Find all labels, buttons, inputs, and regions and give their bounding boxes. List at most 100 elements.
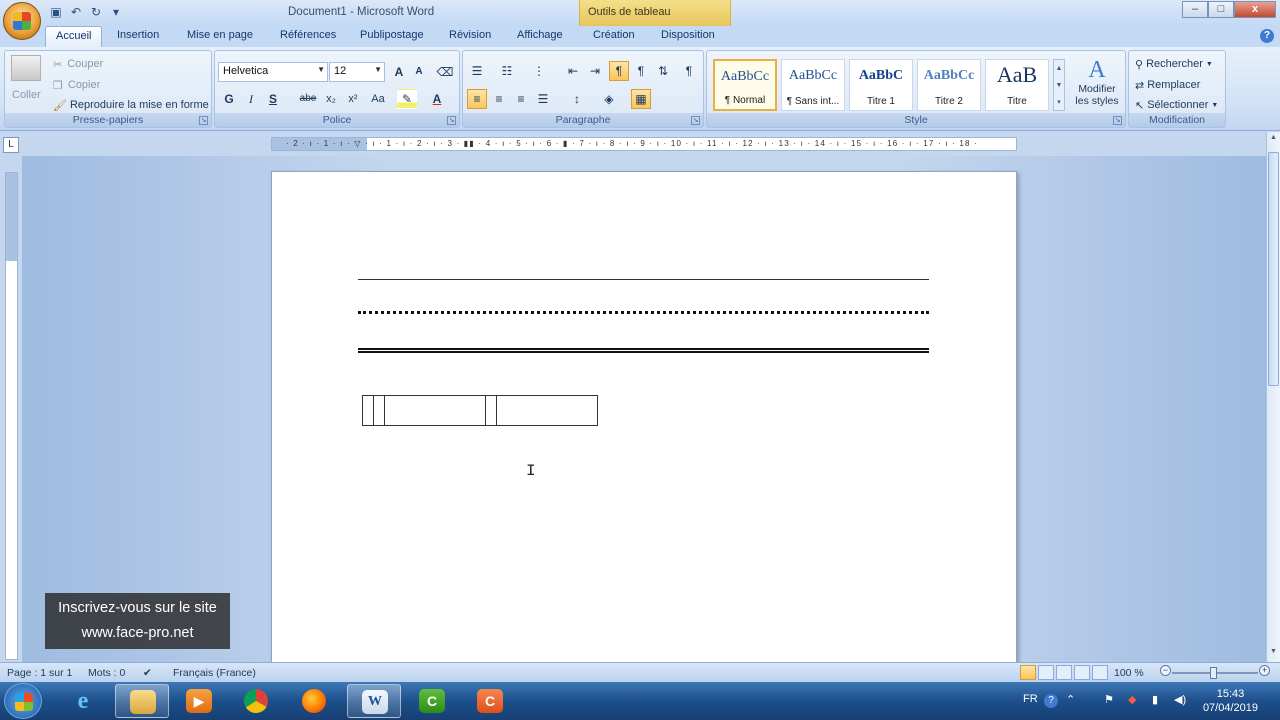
security-icon[interactable]: ◆ [1128,693,1136,706]
font-color-button[interactable]: A [427,89,447,109]
solid-horizontal-line[interactable] [358,279,929,280]
change-case-button[interactable]: Aa [365,89,391,109]
format-painter-button[interactable]: Reproduire la mise en forme [70,99,209,111]
style-titre[interactable]: AaB Titre [985,59,1049,111]
shrink-font-button[interactable]: A [409,62,429,82]
numbering-icon[interactable]: ☷ [497,61,517,81]
maximize-button[interactable]: □ [1208,1,1234,18]
zoom-slider-handle[interactable] [1210,667,1217,679]
vertical-scrollbar[interactable]: ▲ ▼ [1266,132,1280,662]
scroll-down-icon[interactable]: ▼ [1268,648,1279,660]
action-center-flag-icon[interactable]: ⚑ [1104,693,1114,706]
zoom-level[interactable]: 100 % [1114,667,1144,679]
align-left-icon[interactable]: ≡ [467,89,487,109]
double-horizontal-line[interactable] [358,348,929,353]
decrease-indent-icon[interactable]: ⇤ [563,61,583,81]
document-page[interactable]: I [271,171,1017,666]
clear-format-icon[interactable]: ⌫ [435,62,455,82]
horizontal-ruler[interactable]: · 2 · ı · 1 · ı · ▽ · ı · 1 · ı · 2 · ı … [271,137,1017,151]
paragraph-launcher-icon[interactable]: ↘ [691,116,700,125]
styles-launcher-icon[interactable]: ↘ [1113,116,1122,125]
help-icon[interactable]: ? [1260,29,1274,43]
increase-indent-icon[interactable]: ⇥ [585,61,605,81]
style-sans-interligne[interactable]: AaBbCc ¶ Sans int... [781,59,845,111]
show-marks-button[interactable]: ¶ [679,61,699,81]
zoom-out-icon[interactable]: − [1160,665,1171,676]
rtl-direction-icon[interactable]: ¶ [631,61,651,81]
dotted-horizontal-line[interactable] [358,311,929,314]
page-count[interactable]: Page : 1 sur 1 [7,667,72,679]
table-column-border[interactable] [373,396,374,425]
taskbar-camtasia-studio[interactable]: C [463,684,517,718]
tab-creation[interactable]: Création [593,29,635,41]
borders-icon[interactable]: ▦ [631,89,651,109]
italic-button[interactable]: I [241,89,261,109]
style-titre-2[interactable]: AaBbCc Titre 2 [917,59,981,111]
draft-view-icon[interactable] [1092,665,1108,680]
taskbar-firefox[interactable] [288,684,342,718]
strikethrough-button[interactable]: abe [295,89,321,109]
network-icon[interactable]: ▮ [1152,693,1158,706]
subscript-button[interactable]: x₂ [321,89,341,109]
language-indicator[interactable]: Français (France) [173,667,256,679]
bold-button[interactable]: G [219,89,239,109]
modify-styles-button[interactable]: A Modifier les styles [1071,57,1123,107]
styles-gallery-scroll[interactable]: ▲ ▼ ▾ [1053,59,1065,111]
close-button[interactable]: x [1234,1,1276,18]
start-button[interactable] [4,683,42,719]
font-launcher-icon[interactable]: ↘ [447,116,456,125]
font-size-combo[interactable]: 12 ▼ [329,62,385,82]
undo-icon[interactable]: ↶ [68,4,84,20]
justify-icon[interactable]: ☰ [533,89,553,109]
tab-selector[interactable]: L [3,137,19,153]
style-normal[interactable]: AaBbCc ¶ Normal [713,59,777,111]
ltr-direction-icon[interactable]: ¶ [609,61,629,81]
align-center-icon[interactable]: ≡ [489,89,509,109]
vertical-ruler[interactable] [5,172,18,660]
table-column-border[interactable] [384,396,385,425]
office-button[interactable] [3,2,41,40]
save-icon[interactable]: ▣ [48,4,64,20]
bullets-icon[interactable]: ☰ [467,61,487,81]
input-language[interactable]: FR [1023,693,1038,705]
redo-icon[interactable]: ↻ [88,4,104,20]
grow-font-button[interactable]: A [389,62,409,82]
scroll-up-icon[interactable]: ▲ [1268,134,1279,146]
clock[interactable]: 15:43 07/04/2019 [1203,687,1258,715]
scrollbar-thumb[interactable] [1268,152,1279,386]
help-tray-icon[interactable]: ? [1044,694,1058,708]
web-layout-icon[interactable] [1056,665,1072,680]
taskbar-chrome[interactable] [230,684,284,718]
line-spacing-icon[interactable]: ↕ [567,89,587,109]
zoom-in-icon[interactable]: + [1259,665,1270,676]
full-screen-reading-icon[interactable] [1038,665,1054,680]
minimize-button[interactable]: – [1182,1,1208,18]
tab-disposition[interactable]: Disposition [661,29,715,41]
clipboard-launcher-icon[interactable]: ↘ [199,116,208,125]
align-right-icon[interactable]: ≡ [511,89,531,109]
superscript-button[interactable]: x² [343,89,363,109]
print-layout-icon[interactable] [1020,665,1036,680]
taskbar-explorer[interactable] [115,684,169,718]
shading-icon[interactable]: ◈ [599,89,619,109]
cut-button[interactable]: Couper [67,58,103,70]
table[interactable] [362,395,598,426]
tab-affichage[interactable]: Affichage [517,29,563,41]
tray-overflow-icon[interactable]: ⌃ [1066,693,1075,706]
paste-button[interactable]: Coller [12,85,41,105]
multilevel-list-icon[interactable]: ⋮ [529,61,549,81]
taskbar-word[interactable]: W [347,684,401,718]
tab-accueil[interactable]: Accueil [45,26,103,48]
copy-button[interactable]: Copier [68,79,100,91]
table-column-border[interactable] [496,396,497,425]
underline-button[interactable]: S [263,89,283,109]
sort-icon[interactable]: ⇅ [653,61,673,81]
tab-revision[interactable]: Révision [449,29,491,41]
tab-insertion[interactable]: Insertion [117,29,159,41]
replace-button[interactable]: Remplacer [1147,79,1200,91]
proofing-icon[interactable]: ✔ [143,667,152,679]
taskbar-media-player[interactable]: ▶ [172,684,226,718]
zoom-slider[interactable]: − + [1160,665,1270,679]
volume-icon[interactable]: ◀) [1174,693,1186,706]
style-titre-1[interactable]: AaBbC Titre 1 [849,59,913,111]
